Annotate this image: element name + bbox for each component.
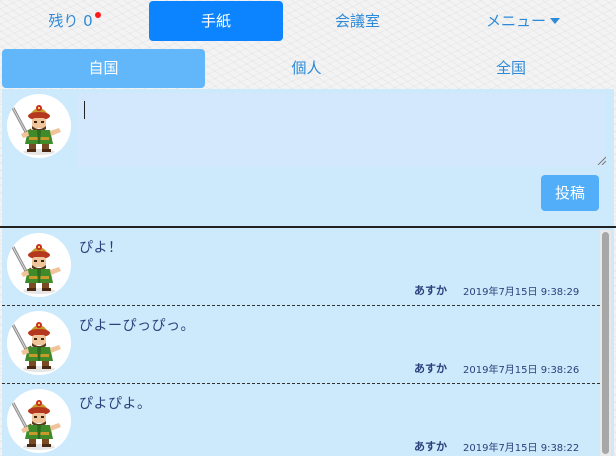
letter-scope-tabs: 自国 個人 全国 xyxy=(0,48,616,88)
tab-nationwide[interactable]: 全国 xyxy=(408,49,614,88)
message-input[interactable] xyxy=(78,93,606,167)
remaining-letters-label: 残り 0 xyxy=(48,12,93,30)
list-item: ぴよーぴっぴっ。 あすか 2019年7月15日 9:38:26 xyxy=(2,306,600,384)
text-cursor xyxy=(84,101,85,119)
menu-dropdown[interactable]: メニュー xyxy=(432,1,614,41)
message-list: ぴよ！ あすか 2019年7月15日 9:38:29 ぴよーぴっぴっ。 あすか … xyxy=(2,228,614,456)
message-text: ぴよ！ xyxy=(79,240,123,256)
message-author: あすか xyxy=(414,362,447,375)
menu-dropdown-label: メニュー xyxy=(485,12,546,30)
avatar xyxy=(7,233,71,297)
message-timestamp: 2019年7月15日 9:38:26 xyxy=(463,365,580,376)
resize-grip-icon[interactable] xyxy=(596,155,606,165)
tab-nationwide-label: 全国 xyxy=(495,59,526,77)
tab-own-country-label: 自国 xyxy=(88,59,119,77)
scrollbar-thumb[interactable] xyxy=(602,232,609,454)
top-navigation: 残り 0 手紙 会議室 メニュー xyxy=(0,0,616,44)
warrior-avatar-icon xyxy=(7,94,71,158)
scrollbar[interactable] xyxy=(600,230,611,456)
avatar xyxy=(7,389,71,453)
tab-letter[interactable]: 手紙 xyxy=(149,1,283,41)
list-item: ぴよ！ あすか 2019年7月15日 9:38:29 xyxy=(2,228,600,306)
message-text: ぴよーぴっぴっ。 xyxy=(79,318,195,334)
compose-panel: 投稿 xyxy=(2,89,614,226)
warrior-avatar-icon xyxy=(7,233,71,297)
warrior-avatar-icon xyxy=(7,389,71,453)
warrior-avatar-icon xyxy=(7,311,71,375)
avatar xyxy=(7,311,71,375)
notification-dot-icon xyxy=(94,12,101,18)
post-button-label: 投稿 xyxy=(554,184,585,202)
message-timestamp: 2019年7月15日 9:38:22 xyxy=(463,443,580,454)
tab-meeting-room[interactable]: 会議室 xyxy=(285,1,430,41)
caret-down-icon xyxy=(550,17,560,24)
message-text: ぴよぴよ。 xyxy=(79,396,152,412)
remaining-letters-link[interactable]: 残り 0 xyxy=(2,1,147,41)
list-item: ぴよぴよ。 あすか 2019年7月15日 9:38:22 xyxy=(2,384,600,456)
post-button[interactable]: 投稿 xyxy=(541,175,599,211)
tab-personal[interactable]: 個人 xyxy=(205,49,408,88)
message-author: あすか xyxy=(414,284,447,297)
avatar xyxy=(7,94,71,158)
tab-own-country[interactable]: 自国 xyxy=(2,49,205,88)
message-author: あすか xyxy=(414,440,447,453)
tab-personal-label: 個人 xyxy=(291,59,322,77)
tab-letter-label: 手紙 xyxy=(200,12,231,30)
message-timestamp: 2019年7月15日 9:38:29 xyxy=(463,287,580,298)
tab-meeting-room-label: 会議室 xyxy=(334,12,380,30)
